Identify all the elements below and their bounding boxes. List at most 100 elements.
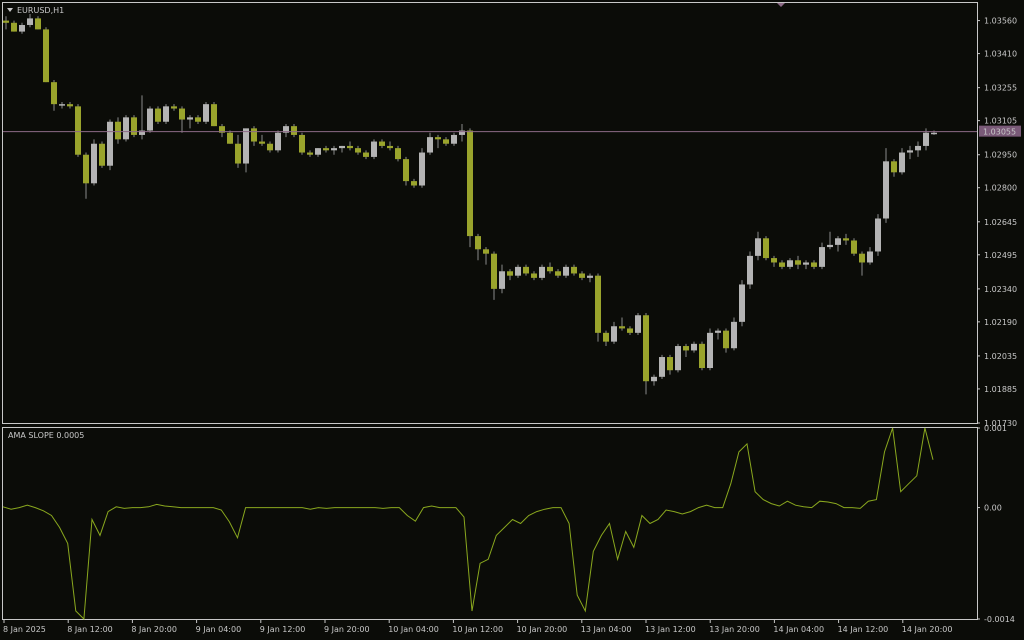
- candle-body: [483, 249, 489, 254]
- price-tick-label: 1.02190: [984, 318, 1017, 327]
- candle-body: [819, 247, 825, 267]
- candle-body: [707, 332, 713, 369]
- price-tick-label: 1.03255: [984, 84, 1017, 93]
- candle-body: [75, 106, 81, 155]
- candle-body: [715, 330, 721, 333]
- candle-body: [315, 148, 321, 155]
- candle-body: [427, 137, 433, 153]
- time-tick-label: 9 Jan 12:00: [260, 625, 306, 634]
- candle-body: [435, 137, 441, 140]
- candle-body: [891, 161, 897, 173]
- candle-body: [443, 139, 449, 144]
- candle-body: [595, 275, 601, 333]
- candle-body: [371, 141, 377, 157]
- candle-body: [883, 161, 889, 219]
- candle-body: [659, 357, 665, 377]
- candle-body: [259, 141, 265, 144]
- candle-body: [931, 132, 937, 135]
- candle-body: [227, 132, 233, 144]
- candle-body: [35, 18, 41, 30]
- candle-body: [539, 266, 545, 278]
- candle-body: [835, 238, 841, 245]
- time-tick-label: 9 Jan 20:00: [324, 625, 370, 634]
- candle-body: [507, 271, 513, 276]
- price-tick-label: 1.01885: [984, 385, 1017, 394]
- candle-body: [355, 148, 361, 153]
- candle-body: [851, 240, 857, 254]
- time-tick-label: 13 Jan 20:00: [709, 625, 760, 634]
- time-tick-label: 9 Jan 04:00: [196, 625, 242, 634]
- candle-body: [651, 376, 657, 382]
- candle-body: [723, 330, 729, 349]
- candle-body: [387, 145, 393, 149]
- candle-body: [579, 273, 585, 278]
- candle-body: [91, 143, 97, 184]
- candle-body: [699, 343, 705, 369]
- candle-body: [923, 132, 929, 146]
- price-tick-label: 1.02495: [984, 251, 1017, 260]
- candle-body: [859, 253, 865, 263]
- candle-body: [131, 117, 137, 135]
- candle-body: [211, 104, 217, 127]
- candle-body: [467, 130, 473, 237]
- price-tick-label: 1.02645: [984, 218, 1017, 227]
- candle-body: [451, 134, 457, 144]
- candle-body: [555, 271, 561, 276]
- time-tick-label: 10 Jan 12:00: [452, 625, 503, 634]
- candle-body: [531, 273, 537, 278]
- candle-body: [99, 143, 105, 166]
- candle-body: [83, 154, 89, 184]
- time-tick-label: 8 Jan 12:00: [67, 625, 113, 634]
- candle-body: [523, 266, 529, 274]
- candle-body: [195, 117, 201, 122]
- price-tick-label: 1.03410: [984, 50, 1017, 59]
- candle-body: [635, 315, 641, 333]
- candle-body: [907, 150, 913, 153]
- candle-body: [107, 121, 113, 166]
- time-tick-label: 8 Jan 2025: [3, 625, 46, 634]
- candle-body: [339, 145, 345, 149]
- candle-body: [291, 126, 297, 135]
- candle-body: [123, 117, 129, 140]
- candle-body: [515, 266, 521, 276]
- candle-body: [347, 145, 353, 149]
- candle-body: [475, 236, 481, 250]
- price-tick-label: 1.02950: [984, 151, 1017, 160]
- time-tick-label: 14 Jan 04:00: [773, 625, 824, 634]
- candle-body: [51, 82, 57, 105]
- candle-body: [683, 346, 689, 351]
- candle-body: [275, 132, 281, 151]
- time-tick-label: 8 Jan 20:00: [131, 625, 177, 634]
- price-tick-label: 1.02340: [984, 285, 1017, 294]
- candle-body: [115, 121, 121, 140]
- candle-body: [603, 332, 609, 342]
- candle-body: [803, 262, 809, 265]
- candle-body: [747, 255, 753, 285]
- candle-body: [643, 315, 649, 382]
- candle-body: [403, 159, 409, 182]
- candle-body: [171, 106, 177, 109]
- candle-body: [771, 258, 777, 263]
- candle-body: [547, 266, 553, 272]
- trading-chart-window: 1.03055 1.03560 1.03410 1.03255 1.03105 1.029…: [0, 0, 1024, 640]
- candle-body: [675, 346, 681, 371]
- symbol-title[interactable]: EURUSD,H1: [17, 6, 64, 15]
- candle-body: [395, 148, 401, 160]
- chart-canvas[interactable]: 1.03055 1.03560 1.03410 1.03255 1.03105 1.029…: [0, 0, 1024, 640]
- candle-body: [43, 29, 49, 83]
- candle-body: [563, 266, 569, 276]
- chart-background: [0, 0, 1024, 640]
- candle-body: [59, 104, 65, 106]
- candle-body: [155, 108, 161, 122]
- candle-body: [787, 260, 793, 267]
- price-tick-label: 1.03105: [984, 117, 1017, 126]
- candle-body: [19, 24, 25, 32]
- candle-body: [779, 262, 785, 267]
- candle-body: [587, 275, 593, 278]
- indicator-tick-label: 0.001: [984, 424, 1007, 433]
- candle-body: [67, 104, 73, 107]
- candle-body: [307, 152, 313, 155]
- candle-body: [571, 266, 577, 274]
- candle-body: [867, 251, 873, 263]
- indicator-title: AMA SLOPE 0.0005: [8, 431, 84, 440]
